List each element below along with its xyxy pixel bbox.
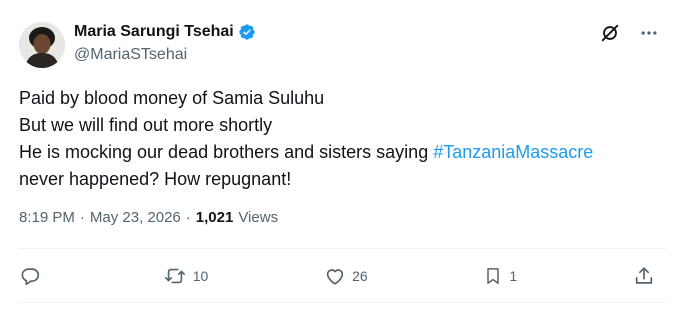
hashtag-link[interactable]: #TanzaniaMassacre [433,142,593,162]
views-label: Views [238,209,279,226]
divider-bottom [19,302,666,303]
bookmark-count: 1 [509,268,518,284]
tweet-line-3: He is mocking our dead brothers and sist… [19,139,664,166]
top-actions [599,22,659,44]
author-handle[interactable]: @MariaSTsehai [74,46,187,64]
tweet-line-3-text: He is mocking our dead brothers and sist… [19,142,434,162]
like-count: 26 [352,268,368,284]
views-count: 1,021 [195,209,234,226]
retweet-icon [163,265,187,287]
tweet-line-2: But we will find out more shortly [19,115,273,135]
divider-top [19,248,666,249]
bookmark-icon [483,265,503,287]
tweet-text: Paid by blood money of Samia Suluhu But … [19,85,664,193]
tweet-date[interactable]: May 23, 2026 [90,209,181,226]
retweet-count: 10 [192,268,209,284]
action-bar: 10 26 1 [19,262,655,290]
tweet-meta: 8:19 PM · May 23, 2026 · 1,021 Views [19,209,278,226]
tweet-line-1: Paid by blood money of Samia Suluhu [19,88,325,108]
more-icon[interactable] [639,23,659,43]
like-icon [324,265,346,287]
tweet-line-4: never happened? How repugnant! [19,169,292,189]
avatar[interactable] [19,22,65,68]
author-display-name[interactable]: Maria Sarungi Tsehai [74,23,234,41]
bookmark-button[interactable]: 1 [483,265,517,287]
retweet-button[interactable]: 10 [163,265,209,287]
reply-button[interactable] [19,265,47,287]
grok-icon[interactable] [599,22,621,44]
meta-separator: · [79,209,85,226]
verified-badge-icon [238,23,256,41]
reply-icon [19,265,41,287]
like-button[interactable]: 26 [324,265,368,287]
author-name-row[interactable]: Maria Sarungi Tsehai [74,23,256,41]
tweet-card: Maria Sarungi Tsehai @MariaSTsehai Paid … [0,0,685,322]
share-icon [633,265,655,287]
share-button[interactable] [633,265,655,287]
tweet-time[interactable]: 8:19 PM [19,209,75,226]
meta-separator: · [185,209,191,226]
